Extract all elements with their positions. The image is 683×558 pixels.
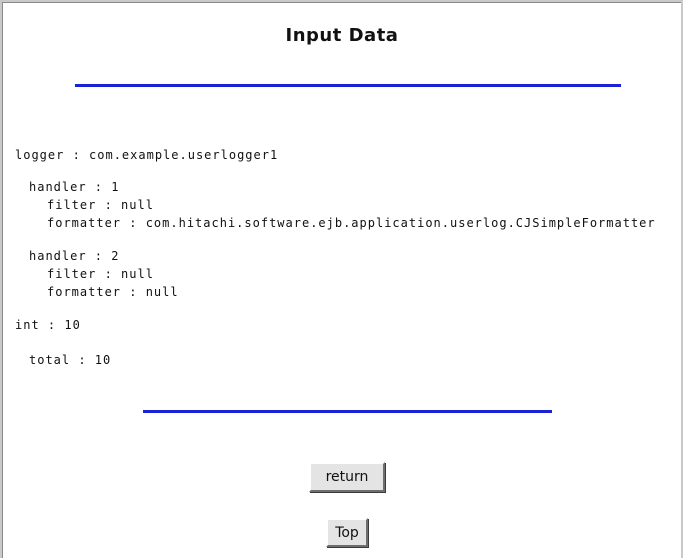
logger-line: logger : com.example.userlogger1 (15, 148, 279, 162)
int-line: int : 10 (15, 318, 81, 332)
page-content: Input Data logger : com.example.userlogg… (2, 2, 681, 558)
handler-1-formatter-line: formatter : com.hitachi.software.ejb.app… (47, 216, 656, 230)
handler-2-formatter-line: formatter : null (47, 285, 179, 299)
handler-1-line: handler : 1 (29, 180, 120, 194)
top-divider (75, 84, 621, 87)
total-line: total : 10 (29, 353, 112, 367)
bottom-divider (143, 410, 552, 413)
page-title: Input Data (285, 25, 399, 46)
top-button[interactable]: Top (326, 518, 368, 547)
return-button[interactable]: return (309, 462, 385, 492)
handler-1-filter-line: filter : null (47, 198, 154, 212)
handler-2-line: handler : 2 (29, 249, 120, 263)
handler-2-filter-line: filter : null (47, 267, 154, 281)
